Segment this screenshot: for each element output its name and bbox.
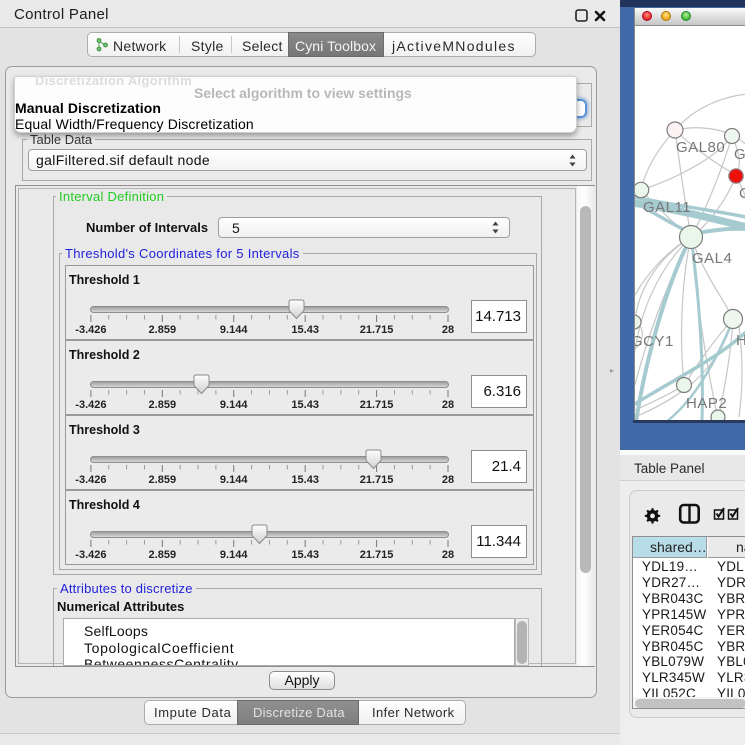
svg-text:GAL4: GAL4 (692, 250, 732, 267)
svg-text:GCY1: GCY1 (635, 333, 674, 350)
svg-text:H: H (736, 332, 745, 349)
svg-text:HAP2: HAP2 (686, 395, 727, 412)
svg-text:GAL11: GAL11 (643, 199, 691, 216)
svg-text:C: C (739, 185, 745, 202)
svg-text:GAL80: GAL80 (676, 139, 725, 156)
svg-text:GA: GA (734, 146, 745, 163)
